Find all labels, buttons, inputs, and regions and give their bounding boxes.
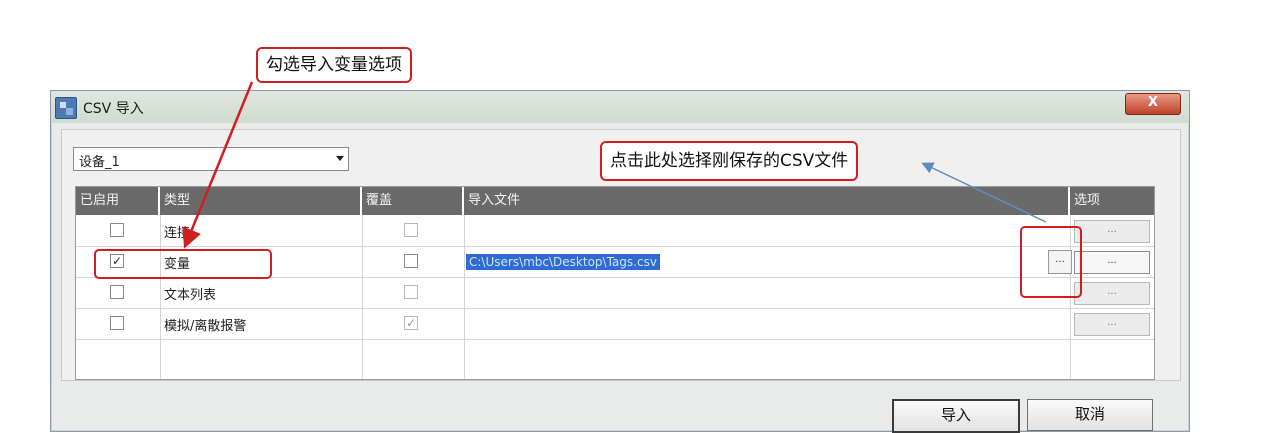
column-header-import-file[interactable]: 导入文件 — [464, 187, 1070, 215]
highlight-variable-row — [94, 249, 272, 279]
title-bar: CSV 导入 X — [51, 91, 1189, 123]
enabled-checkbox[interactable] — [110, 223, 124, 237]
table-row: 连接 ... — [76, 215, 1154, 247]
column-header-overwrite[interactable]: 覆盖 — [362, 187, 464, 215]
cancel-button[interactable]: 取消 — [1027, 399, 1153, 431]
import-button[interactable]: 导入 — [892, 399, 1020, 433]
row-type-label: 连接 — [164, 226, 191, 241]
device-select-value: 设备_1 — [79, 155, 120, 170]
enabled-checkbox[interactable] — [110, 285, 124, 299]
overwrite-checkbox[interactable] — [404, 254, 418, 268]
column-header-type[interactable]: 类型 — [160, 187, 362, 215]
row-type-label: 文本列表 — [164, 288, 217, 303]
overwrite-checkbox[interactable] — [404, 285, 418, 299]
overwrite-checkbox[interactable]: ✓ — [404, 316, 418, 330]
column-header-enabled[interactable]: 已启用 — [76, 187, 160, 215]
import-table: 已启用 类型 覆盖 导入文件 选项 连接 ... ✓ 变量 C:\Users\m… — [75, 186, 1155, 380]
table-row: 模拟/离散报警 ✓ ... — [76, 308, 1154, 340]
app-icon — [55, 97, 77, 119]
options-button[interactable]: ... — [1074, 313, 1150, 336]
callout-check-variable: 勾选导入变量选项 — [256, 47, 412, 83]
options-button[interactable]: ... — [1074, 251, 1150, 274]
enabled-checkbox[interactable] — [110, 316, 124, 330]
dialog-title: CSV 导入 — [83, 101, 144, 117]
device-select[interactable]: 设备_1 — [73, 147, 349, 171]
column-header-options[interactable]: 选项 — [1070, 187, 1154, 215]
import-file-path[interactable]: C:\Users\mbc\Desktop\Tags.csv — [466, 254, 660, 270]
options-button[interactable]: ... — [1074, 220, 1150, 243]
overwrite-checkbox[interactable] — [404, 223, 418, 237]
options-button[interactable]: ... — [1074, 282, 1150, 305]
table-row: 文本列表 ... — [76, 277, 1154, 309]
callout-select-csv: 点击此处选择刚保存的CSV文件 — [600, 141, 859, 181]
row-type-label: 模拟/离散报警 — [164, 319, 247, 334]
highlight-browse-button — [1020, 226, 1082, 298]
close-button[interactable]: X — [1125, 93, 1181, 115]
chevron-down-icon[interactable] — [336, 156, 344, 161]
